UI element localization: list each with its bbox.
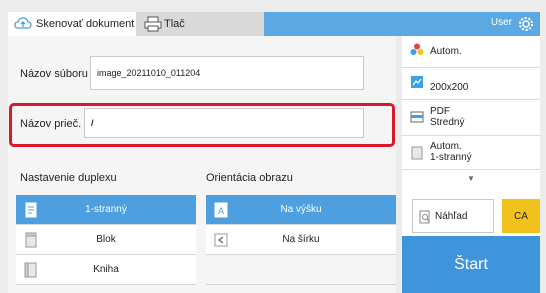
orientation-empty-slot [206, 255, 396, 285]
filename-label: Názov súboru [20, 68, 88, 80]
color-mode-icon [410, 43, 424, 55]
preview-icon [419, 210, 430, 224]
folder-highlight-box [9, 103, 395, 147]
cloud-scan-icon [14, 17, 32, 29]
user-name[interactable]: User [491, 17, 512, 28]
file-format-compression: Stredný [430, 117, 465, 128]
orientation-option-label: Na šírku [282, 234, 320, 245]
original-item[interactable]: Autom. 1-stranný [402, 136, 540, 170]
resolution-value: 200x200 [430, 82, 469, 93]
resolution-item[interactable]: 200x200 [402, 68, 540, 100]
color-mode-value: Autom. [430, 46, 462, 57]
color-mode-item[interactable]: Autom. [402, 36, 540, 68]
orientation-section-label: Orientácia obrazu [206, 172, 293, 184]
clear-all-button[interactable]: CA [502, 199, 540, 233]
printer-icon [144, 16, 162, 32]
resolution-icon [411, 76, 423, 88]
tab-scan-document[interactable]: Skenovať dokument [8, 12, 136, 36]
top-bar-fill: User [264, 12, 540, 36]
start-button[interactable]: Štart [402, 236, 540, 293]
original-size: Autom. [430, 141, 462, 152]
orientation-option-landscape[interactable]: Na šírku [206, 225, 396, 255]
file-format-item[interactable]: PDF Stredný [402, 100, 540, 136]
gear-icon[interactable] [518, 16, 534, 32]
chevron-down-icon[interactable]: ▼ [402, 170, 540, 186]
top-tab-bar: Skenovať dokument Tlač User [8, 12, 540, 36]
duplex-option-block[interactable]: Blok [16, 225, 196, 255]
file-format-value: PDF Stredný [430, 106, 464, 128]
duplex-section-label: Nastavenie duplexu [20, 172, 117, 184]
start-label: Štart [454, 255, 488, 273]
original-document-icon [411, 146, 423, 160]
settings-panel: Názov súboru image_20211010_011204 Názov… [8, 36, 396, 293]
duplex-option-label: Kniha [93, 264, 119, 275]
file-format-type: PDF [430, 106, 450, 117]
orientation-option-label: Na výšku [280, 204, 322, 215]
file-format-icon [410, 111, 424, 123]
orientation-option-portrait[interactable]: A Na výšku [206, 195, 396, 225]
original-sides: 1-stranný [430, 152, 472, 163]
app-window: Skenovať dokument Tlač User Názov súboru… [0, 0, 546, 293]
original-value: Autom. 1-stranný [430, 141, 472, 163]
quick-settings-panel: Autom. 200x200 PDF Stredný Autom. 1-strann… [402, 36, 540, 293]
preview-label: Náhľad [435, 210, 468, 222]
duplex-option-book[interactable]: Kniha [16, 255, 196, 285]
ca-label: CA [514, 210, 528, 222]
duplex-option-label: 1-stranný [85, 204, 127, 215]
duplex-option-label: Blok [96, 234, 116, 245]
filename-input[interactable]: image_20211010_011204 [90, 56, 364, 90]
duplex-option-1-sided[interactable]: 1-stranný [16, 195, 196, 225]
tab-scan-label: Skenovať dokument [36, 18, 135, 30]
preview-button[interactable]: Náhľad [412, 199, 494, 233]
tab-print[interactable]: Tlač [136, 12, 264, 36]
tab-print-label: Tlač [164, 18, 185, 30]
